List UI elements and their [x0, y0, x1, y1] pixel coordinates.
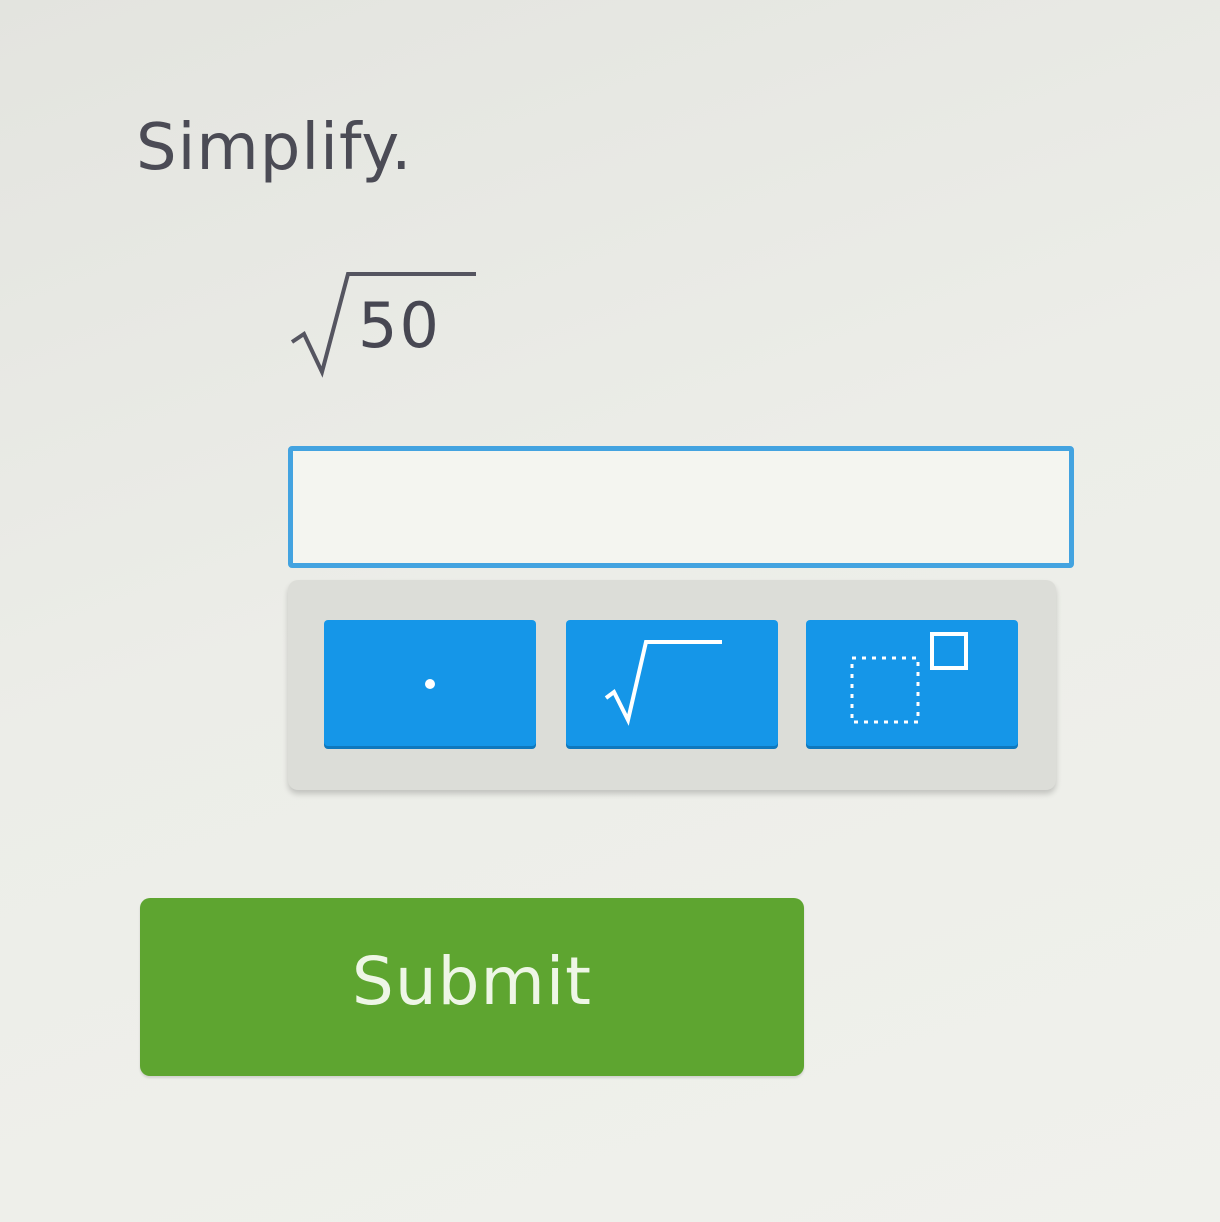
dot-icon: [425, 679, 435, 689]
submit-button-label: Submit: [351, 942, 593, 1020]
submit-button[interactable]: Submit: [140, 898, 804, 1076]
radicand-value: 50: [358, 289, 441, 362]
question-screen: Simplify. 50 Submit: [0, 0, 1220, 1222]
square-root-icon: [604, 640, 722, 726]
exponent-key-button[interactable]: [806, 620, 1018, 746]
square-root-expression: 50: [288, 268, 488, 378]
instruction-text: Simplify.: [136, 111, 413, 185]
math-keypad: [288, 580, 1056, 790]
exponent-icon: [850, 632, 968, 724]
square-root-key-button[interactable]: [566, 620, 778, 746]
answer-input[interactable]: [288, 446, 1074, 568]
dot-key-button[interactable]: [324, 620, 536, 746]
